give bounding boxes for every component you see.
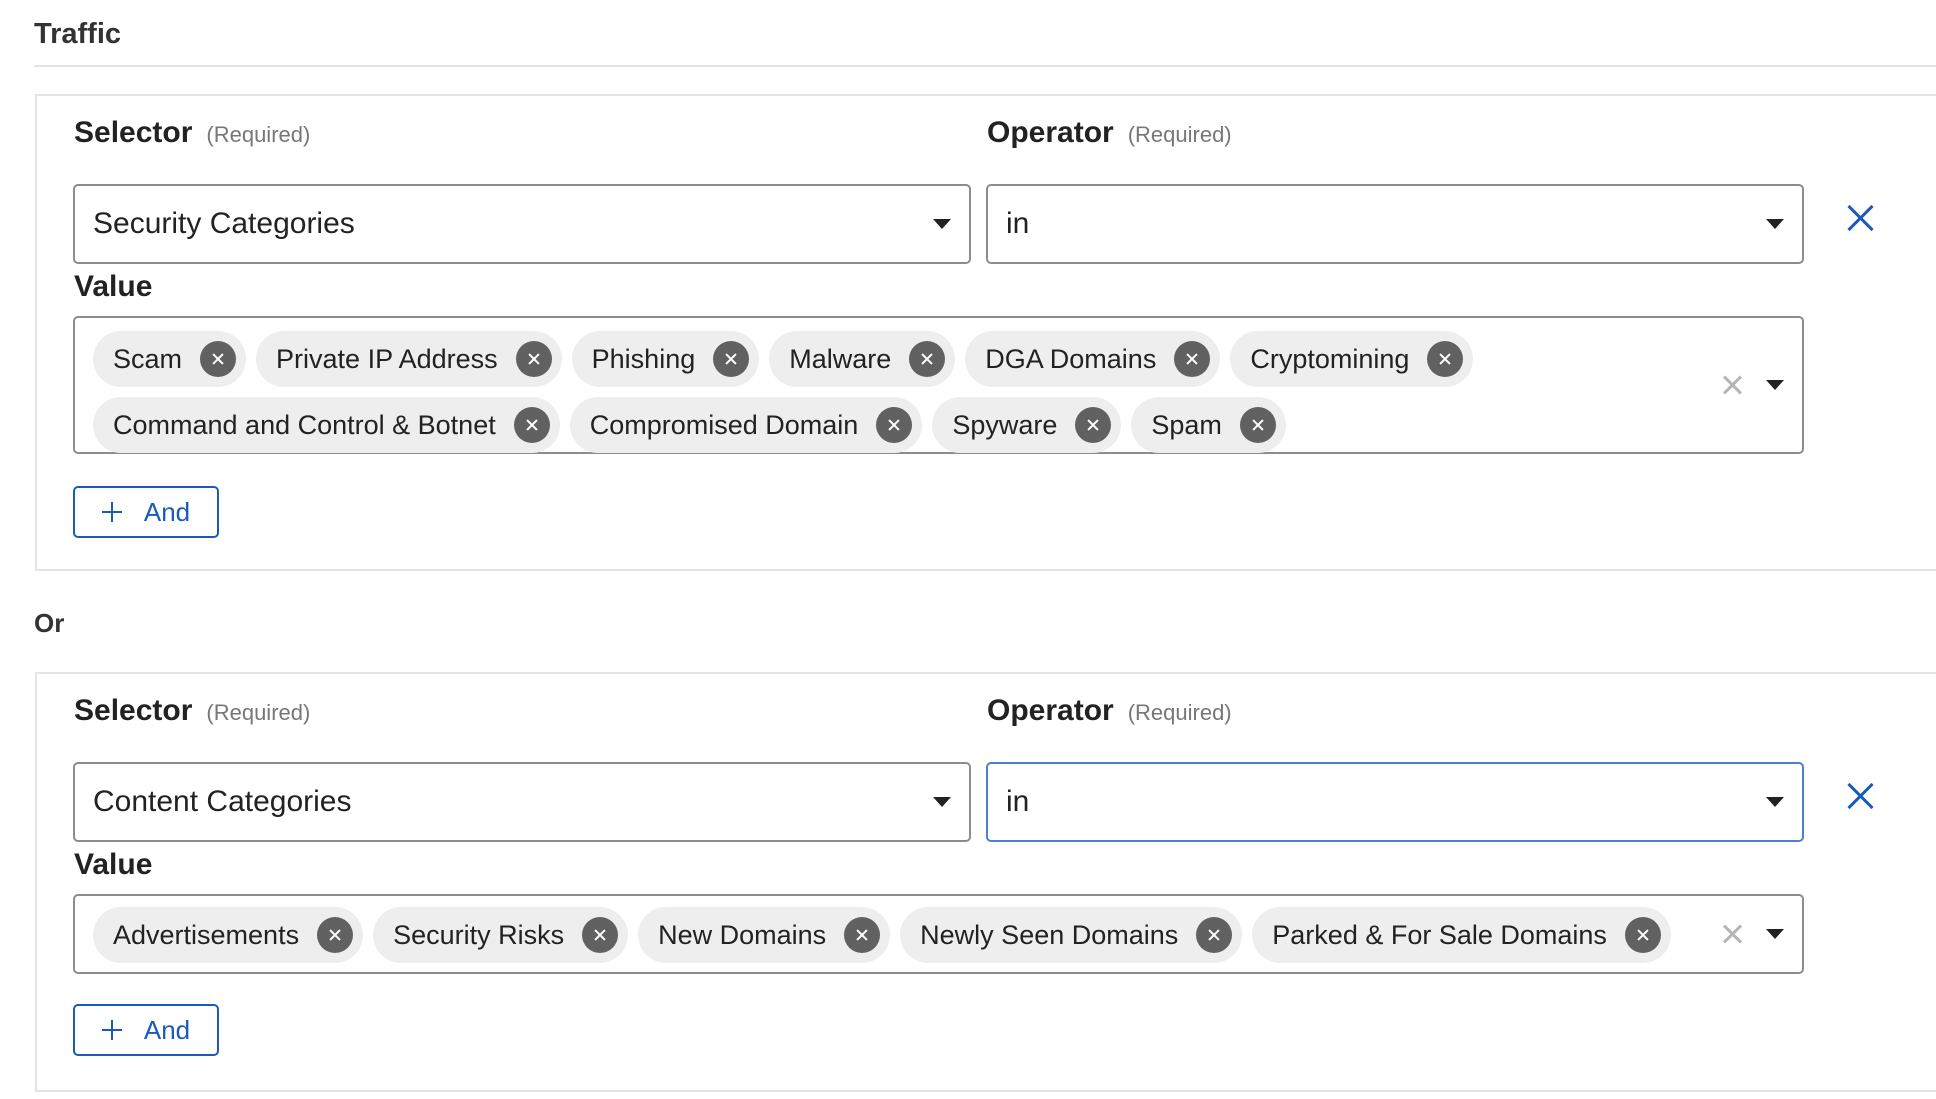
chip-remove-icon[interactable]: [876, 407, 913, 443]
selector-required-hint: (Required): [206, 700, 311, 725]
chip-label: Advertisements: [113, 919, 300, 950]
chip-label: Compromised Domain: [589, 409, 859, 440]
chip-remove-icon[interactable]: [909, 341, 946, 377]
selector-label: Selector (Required): [74, 694, 310, 728]
operator-label-text: Operator: [987, 116, 1114, 149]
chip-remove-icon[interactable]: [1427, 341, 1464, 377]
chip-remove-icon[interactable]: [200, 341, 237, 377]
chevron-down-icon: [1766, 797, 1784, 807]
chip-label: New Domains: [658, 919, 827, 950]
value-chip: Malware: [769, 331, 956, 387]
value-label-text: Value: [74, 848, 153, 881]
value-label: Value: [74, 270, 152, 304]
chip-label: DGA Domains: [985, 343, 1157, 374]
chip-label: Malware: [789, 343, 892, 374]
remove-rule-close-icon[interactable]: [1842, 200, 1878, 236]
chip-label: Security Risks: [393, 919, 565, 950]
add-and-condition-button[interactable]: And: [73, 486, 219, 538]
section-title: Traffic: [34, 18, 122, 50]
operator-value: in: [1006, 207, 1030, 240]
add-and-condition-button[interactable]: And: [73, 1004, 219, 1056]
chip-remove-icon[interactable]: [515, 341, 552, 377]
chip-remove-icon[interactable]: [1239, 407, 1276, 443]
operator-label-text: Operator: [987, 694, 1114, 727]
chip-remove-icon[interactable]: [844, 917, 881, 953]
chip-remove-icon[interactable]: [1075, 407, 1112, 443]
chip-label: Phishing: [591, 343, 696, 374]
operator-dropdown[interactable]: in: [986, 762, 1804, 842]
value-chip: Advertisements: [93, 907, 364, 963]
value-chip: DGA Domains: [965, 331, 1221, 387]
operator-label: Operator (Required): [987, 694, 1232, 728]
value-chip: Private IP Address: [256, 331, 562, 387]
or-separator: Or: [34, 608, 65, 638]
chip-label: Spam: [1151, 409, 1222, 440]
chip-label: Cryptomining: [1250, 343, 1410, 374]
chip-remove-icon[interactable]: [1624, 917, 1661, 953]
chip-remove-icon[interactable]: [317, 917, 354, 953]
and-button-label: And: [143, 1014, 191, 1045]
chip-label: Newly Seen Domains: [920, 919, 1179, 950]
selector-dropdown[interactable]: Content Categories: [73, 762, 971, 842]
section-divider: [34, 65, 1936, 67]
value-chip: Newly Seen Domains: [900, 907, 1243, 963]
chip-remove-icon[interactable]: [582, 917, 619, 953]
value-chip: Command and Control & Botnet: [93, 397, 560, 453]
operator-required-hint: (Required): [1127, 700, 1232, 725]
value-chip: Compromised Domain: [569, 397, 923, 453]
chip-label: Spyware: [952, 409, 1058, 440]
value-chip: Spam: [1131, 397, 1286, 453]
value-multiselect[interactable]: Scam Private IP Address Phishing Malware…: [73, 316, 1804, 454]
plus-icon: [101, 502, 122, 522]
rule-card-1: Selector (Required) Operator (Required) …: [35, 94, 1936, 571]
plus-icon: [101, 1020, 122, 1040]
clear-all-icon[interactable]: [1720, 922, 1744, 946]
value-chip: Phishing: [571, 331, 760, 387]
operator-required-hint: (Required): [1127, 122, 1232, 147]
chevron-down-icon: [1766, 219, 1784, 229]
operator-value: in: [1006, 785, 1030, 818]
chip-label: Private IP Address: [276, 343, 498, 374]
operator-label: Operator (Required): [987, 116, 1232, 150]
value-multiselect[interactable]: Advertisements Security Risks New Domain…: [73, 894, 1804, 974]
selector-required-hint: (Required): [206, 122, 311, 147]
chevron-down-icon: [933, 797, 951, 807]
selector-value: Security Categories: [93, 207, 355, 240]
remove-rule-close-icon[interactable]: [1842, 778, 1878, 814]
chip-label: Scam: [113, 343, 183, 374]
value-chip: Parked & For Sale Domains: [1252, 907, 1671, 963]
chip-remove-icon[interactable]: [513, 407, 550, 443]
selector-label: Selector (Required): [74, 116, 310, 150]
value-label-text: Value: [74, 270, 153, 303]
selector-value: Content Categories: [93, 785, 352, 818]
selector-dropdown[interactable]: Security Categories: [73, 184, 971, 264]
clear-all-icon[interactable]: [1720, 373, 1744, 397]
value-chip: Spyware: [932, 397, 1122, 453]
value-chip: New Domains: [638, 907, 891, 963]
value-chip: Security Risks: [373, 907, 629, 963]
selector-label-text: Selector: [74, 694, 193, 727]
selector-label-text: Selector: [74, 116, 193, 149]
chip-label: Parked & For Sale Domains: [1272, 919, 1607, 950]
value-chip: Scam: [93, 331, 247, 387]
value-label: Value: [74, 848, 152, 882]
chip-label: Command and Control & Botnet: [113, 409, 496, 440]
chip-remove-icon[interactable]: [1174, 341, 1211, 377]
value-chip: Cryptomining: [1230, 331, 1474, 387]
operator-dropdown[interactable]: in: [986, 184, 1804, 264]
and-button-label: And: [143, 496, 191, 527]
chevron-down-icon[interactable]: [1766, 929, 1784, 939]
chevron-down-icon[interactable]: [1766, 380, 1784, 390]
chip-remove-icon[interactable]: [713, 341, 750, 377]
chip-remove-icon[interactable]: [1196, 917, 1233, 953]
rule-card-2: Selector (Required) Operator (Required) …: [35, 672, 1936, 1092]
chevron-down-icon: [933, 219, 951, 229]
